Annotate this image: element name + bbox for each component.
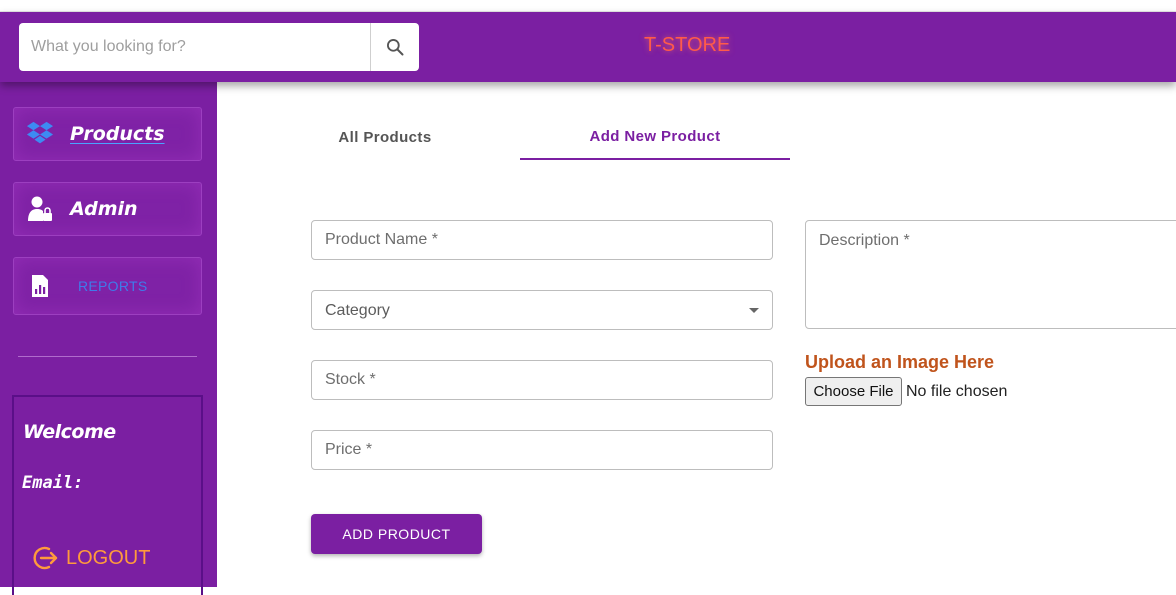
user-info-panel: Welcome Email: LOGOUT — [12, 395, 203, 595]
sidebar-item-reports[interactable]: REPORTS — [13, 257, 202, 315]
tab-all-products[interactable]: All Products — [250, 114, 520, 160]
sidebar-item-admin[interactable]: Admin — [13, 182, 202, 236]
dropbox-icon — [26, 120, 54, 148]
sidebar-item-label: REPORTS — [78, 278, 148, 294]
category-value: Category — [325, 302, 390, 319]
product-tabs: All Products Add New Product — [250, 114, 790, 160]
description-field — [805, 220, 1176, 329]
store-title: T-STORE — [644, 34, 731, 56]
sidebar: Products Admin REPORTS Welcome Email: LO… — [0, 82, 217, 595]
add-product-button[interactable]: ADD PRODUCT — [311, 514, 482, 554]
stock-input[interactable] — [312, 361, 772, 399]
product-name-field — [311, 220, 773, 260]
product-name-input[interactable] — [312, 221, 772, 259]
dropdown-arrow-icon — [749, 308, 759, 313]
category-select[interactable]: Category — [311, 290, 773, 330]
search-button[interactable] — [370, 23, 419, 71]
file-status-text: No file chosen — [906, 383, 1008, 400]
email-label: Email: — [22, 473, 84, 493]
logout-button[interactable]: LOGOUT — [32, 544, 150, 572]
tab-add-new-product[interactable]: Add New Product — [520, 114, 790, 160]
search-box — [19, 23, 419, 71]
top-bar: T-STORE — [0, 12, 1176, 82]
stock-field — [311, 360, 773, 400]
logout-label: LOGOUT — [66, 546, 151, 569]
sidebar-divider — [18, 356, 197, 357]
browser-strip — [0, 0, 1176, 12]
price-field — [311, 430, 773, 470]
search-icon — [387, 39, 404, 56]
logout-icon — [33, 546, 58, 570]
choose-file-button[interactable]: Choose File — [805, 377, 902, 406]
upload-title: Upload an Image Here — [805, 352, 995, 372]
report-chart-icon — [26, 272, 54, 300]
price-input[interactable] — [312, 431, 772, 469]
search-input[interactable] — [19, 23, 370, 71]
sidebar-item-products[interactable]: Products — [13, 107, 202, 161]
sidebar-item-label: Products — [70, 123, 165, 145]
welcome-text: Welcome — [23, 421, 116, 443]
sidebar-item-label: Admin — [70, 198, 138, 220]
description-input[interactable] — [806, 221, 1176, 328]
user-lock-icon — [26, 195, 54, 223]
